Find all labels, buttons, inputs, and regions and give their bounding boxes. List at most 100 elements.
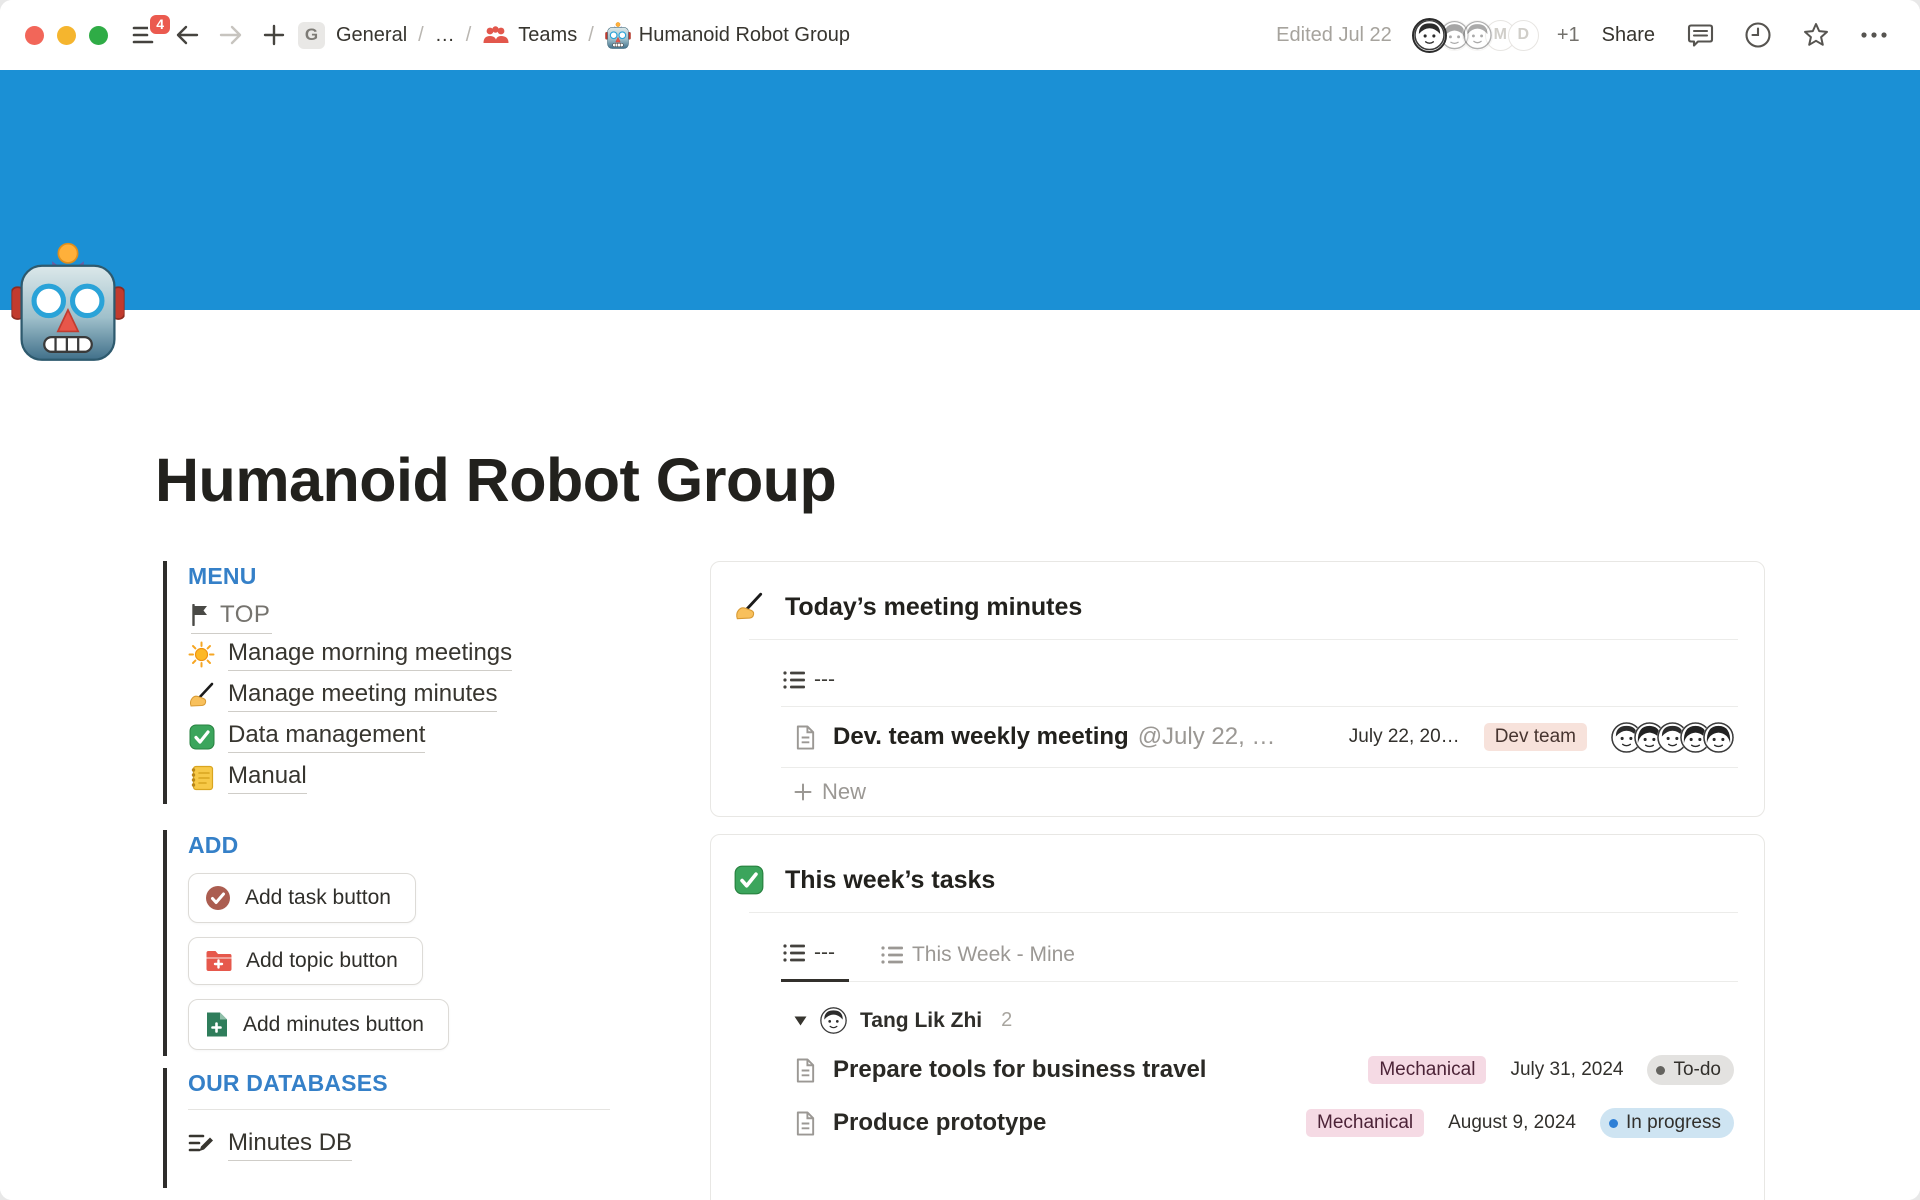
clock-icon bbox=[1744, 21, 1772, 49]
avatar-initial: M bbox=[1494, 26, 1507, 44]
status-label: To-do bbox=[1673, 1059, 1721, 1081]
avatar[interactable] bbox=[1462, 20, 1493, 51]
notion-window: 4 G General / … / bbox=[0, 0, 1920, 1200]
forward-button[interactable] bbox=[214, 19, 248, 51]
task-title: Prepare tools for business travel bbox=[833, 1056, 1206, 1084]
new-meeting-button[interactable]: New bbox=[781, 768, 1738, 816]
workspace-icon[interactable]: G bbox=[298, 22, 325, 49]
collaborator-avatars: M D bbox=[1412, 18, 1539, 53]
avatar-face-icon bbox=[1703, 722, 1734, 753]
plus-icon bbox=[794, 783, 812, 801]
divider bbox=[188, 1109, 610, 1110]
menu-heading: MENU bbox=[188, 563, 625, 590]
assignee-name[interactable]: Tang Lik Zhi bbox=[860, 1009, 982, 1033]
page-icon bbox=[794, 1111, 817, 1136]
view-tabs: --- This Week - Mine bbox=[781, 913, 1738, 982]
avatar-initial: D bbox=[1518, 26, 1530, 44]
breadcrumb-teams[interactable]: Teams bbox=[482, 24, 577, 47]
menu-link-data-management[interactable]: Data management bbox=[188, 716, 625, 757]
tasks-card: This week’s tasks --- This Week - Mine bbox=[710, 834, 1765, 1200]
menu-link-meeting-minutes[interactable]: Manage meeting minutes bbox=[188, 675, 625, 716]
share-button[interactable]: Share bbox=[1594, 18, 1663, 53]
traffic-lights bbox=[25, 26, 108, 45]
minimize-window-button[interactable] bbox=[57, 26, 76, 45]
meeting-title: Dev. team weekly meeting bbox=[833, 723, 1129, 751]
status-label: In progress bbox=[1626, 1112, 1721, 1134]
view-tab-label: --- bbox=[814, 941, 835, 965]
forward-arrow-icon bbox=[218, 23, 244, 47]
mechanical-tag: Mechanical bbox=[1306, 1109, 1424, 1137]
avatar[interactable]: D bbox=[1508, 20, 1539, 51]
page-icon bbox=[794, 725, 817, 750]
breadcrumb-separator: / bbox=[466, 24, 472, 47]
robot-page-icon-small bbox=[605, 22, 631, 49]
add-section: ADD Add task button bbox=[163, 830, 625, 1056]
menu-link-top-label: TOP bbox=[220, 601, 270, 629]
menu-link-label: Manage morning meetings bbox=[228, 638, 512, 671]
check-mark-icon bbox=[734, 865, 764, 895]
breadcrumb-page-label: Humanoid Robot Group bbox=[639, 24, 850, 47]
tasks-card-title[interactable]: This week’s tasks bbox=[785, 866, 995, 895]
avatar-face-icon bbox=[1414, 19, 1445, 51]
avatar[interactable] bbox=[1412, 18, 1447, 53]
close-window-button[interactable] bbox=[25, 26, 44, 45]
collapse-caret-icon[interactable] bbox=[794, 1016, 807, 1026]
page-title[interactable]: Humanoid Robot Group bbox=[155, 310, 1765, 515]
teams-icon bbox=[482, 24, 510, 46]
group-count: 2 bbox=[1001, 1009, 1012, 1032]
task-row[interactable]: Prepare tools for business travel Mechan… bbox=[781, 1044, 1738, 1097]
new-tab-button[interactable] bbox=[258, 19, 290, 51]
view-tab-active[interactable]: --- bbox=[781, 935, 849, 982]
meeting-minutes-card: Today’s meeting minutes --- Dev. tea bbox=[710, 561, 1765, 817]
writing-hand-icon bbox=[734, 592, 764, 622]
add-heading: ADD bbox=[188, 832, 625, 859]
menu-link-top[interactable]: TOP bbox=[191, 600, 272, 634]
add-minutes-label: Add minutes button bbox=[243, 1013, 424, 1037]
sidebar-toggle-button[interactable]: 4 bbox=[128, 20, 162, 50]
add-minutes-button[interactable]: Add minutes button bbox=[188, 999, 449, 1050]
meeting-row[interactable]: Dev. team weekly meeting @July 22, … Jul… bbox=[781, 707, 1738, 768]
comments-button[interactable] bbox=[1683, 18, 1718, 53]
back-arrow-icon bbox=[174, 23, 200, 47]
breadcrumb-workspace[interactable]: General bbox=[336, 24, 407, 47]
add-topic-button[interactable]: Add topic button bbox=[188, 937, 423, 985]
view-tab-label: --- bbox=[814, 668, 835, 692]
comment-icon bbox=[1687, 22, 1714, 49]
list-view-icon bbox=[783, 943, 805, 963]
avatar-overflow-count[interactable]: +1 bbox=[1557, 24, 1580, 47]
add-task-button[interactable]: Add task button bbox=[188, 873, 416, 923]
view-tab-this-week-mine[interactable]: This Week - Mine bbox=[879, 937, 1077, 981]
mechanical-tag: Mechanical bbox=[1368, 1056, 1486, 1084]
menu-link-morning-meetings[interactable]: Manage morning meetings bbox=[188, 634, 625, 675]
back-button[interactable] bbox=[170, 19, 204, 51]
menu-link-label: Manage meeting minutes bbox=[228, 679, 497, 712]
task-due-date: August 9, 2024 bbox=[1448, 1112, 1576, 1134]
view-tab[interactable]: --- bbox=[781, 662, 837, 706]
view-tabs: --- bbox=[781, 640, 1738, 707]
databases-heading: OUR DATABASES bbox=[188, 1070, 625, 1097]
database-list-icon bbox=[188, 1131, 215, 1158]
flag-icon bbox=[191, 604, 210, 626]
breadcrumb-page[interactable]: Humanoid Robot Group bbox=[605, 22, 850, 49]
zoom-window-button[interactable] bbox=[89, 26, 108, 45]
minutes-db-link[interactable]: Minutes DB bbox=[188, 1124, 625, 1165]
new-meeting-label: New bbox=[822, 779, 866, 805]
page-icon bbox=[794, 1058, 817, 1083]
status-badge-in-progress: In progress bbox=[1600, 1108, 1734, 1138]
avatar-face-icon bbox=[1463, 20, 1492, 50]
menu-link-manual[interactable]: Manual bbox=[188, 757, 625, 798]
assignee-group-row: Tang Lik Zhi 2 bbox=[781, 998, 1738, 1044]
page-cover[interactable] bbox=[0, 70, 1920, 310]
content-column: Today’s meeting minutes --- Dev. tea bbox=[710, 561, 1765, 1200]
task-row[interactable]: Produce prototype Mechanical August 9, 2… bbox=[781, 1097, 1738, 1150]
breadcrumb: G General / … / Teams / Humanoid Robot G… bbox=[298, 22, 850, 49]
robot-page-icon[interactable] bbox=[10, 242, 126, 362]
folder-plus-icon bbox=[205, 949, 232, 973]
menu-link-label: Manual bbox=[228, 761, 307, 794]
meeting-minutes-card-title[interactable]: Today’s meeting minutes bbox=[785, 593, 1082, 622]
history-button[interactable] bbox=[1740, 17, 1776, 53]
breadcrumb-collapsed[interactable]: … bbox=[435, 24, 455, 47]
last-edited-label[interactable]: Edited Jul 22 bbox=[1276, 24, 1392, 47]
favorite-button[interactable] bbox=[1798, 17, 1834, 53]
more-options-button[interactable] bbox=[1856, 26, 1892, 44]
